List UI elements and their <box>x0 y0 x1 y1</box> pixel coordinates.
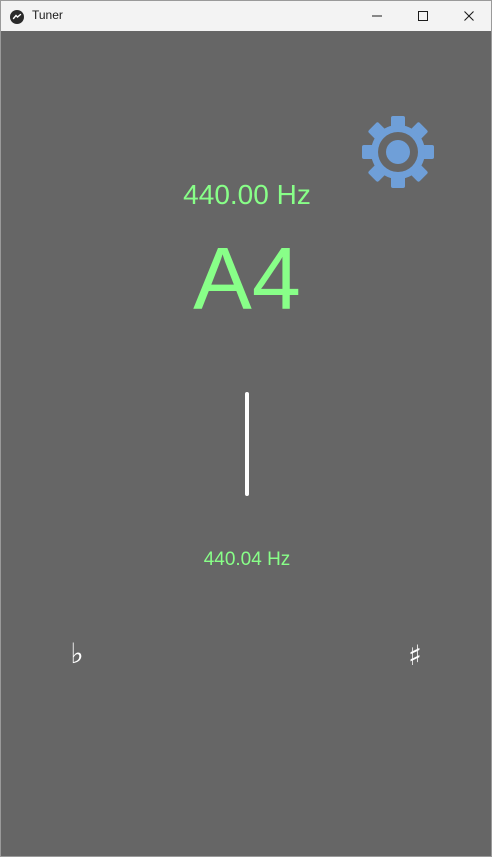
flat-indicator: ♭ <box>70 637 84 670</box>
tuner-window: Tuner 440.00 Hz A4 440.04 Hz ♭ ♯ <box>0 0 492 857</box>
tuning-needle <box>245 392 249 496</box>
minimize-icon <box>372 15 382 17</box>
app-icon <box>10 9 24 24</box>
sharp-indicator: ♯ <box>408 639 422 672</box>
note-name: A4 <box>193 229 301 328</box>
window-title: Tuner <box>32 8 63 22</box>
maximize-icon <box>418 11 428 21</box>
close-button[interactable] <box>446 1 492 31</box>
close-icon <box>464 11 474 21</box>
title-bar[interactable]: Tuner <box>1 1 491 31</box>
maximize-button[interactable] <box>400 1 446 31</box>
target-frequency: 440.00 Hz <box>183 179 311 210</box>
minimize-button[interactable] <box>354 1 400 31</box>
detected-frequency: 440.04 Hz <box>203 549 291 570</box>
